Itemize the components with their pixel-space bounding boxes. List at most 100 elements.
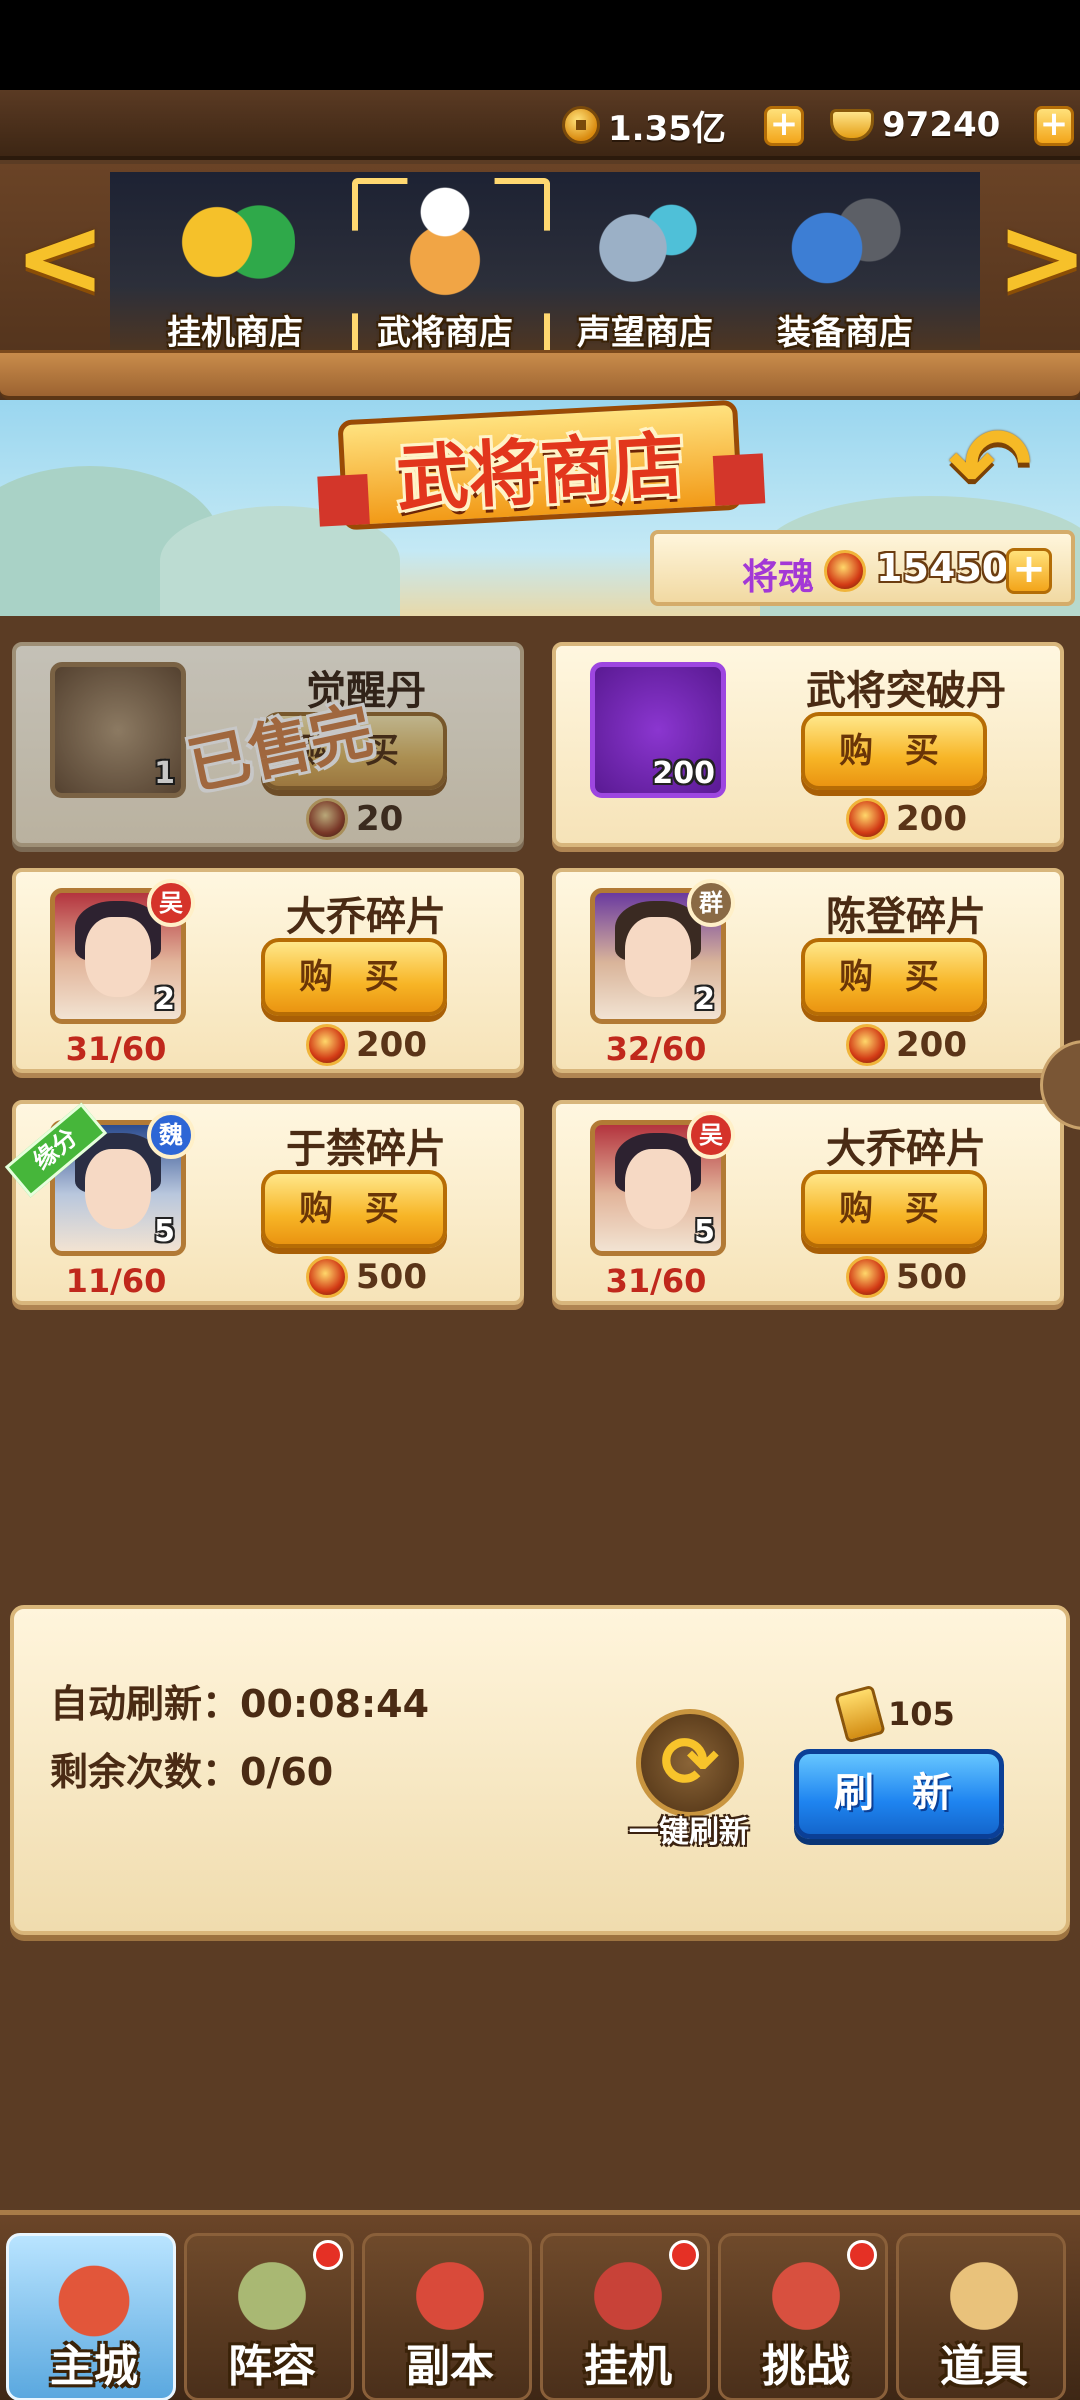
item-price: 500 [306, 1256, 427, 1298]
item-quantity: 200 [652, 756, 715, 791]
portrait-face [625, 917, 691, 997]
tab-next-arrow-icon[interactable]: > [996, 202, 1080, 312]
nav-challenge[interactable]: 挑战 [718, 2233, 888, 2400]
refresh-button[interactable]: 刷 新 [794, 1749, 1004, 1839]
buy-button[interactable]: 购 买 [801, 712, 987, 790]
item-price: 200 [846, 798, 967, 840]
price-value: 200 [356, 1025, 427, 1065]
breakthrough-pill-icon: 200 [590, 662, 726, 798]
item-name: 大乔碎片 [826, 1126, 986, 1172]
soul-coin-icon [306, 798, 348, 840]
status-bar [0, 0, 1080, 90]
shop-item-card[interactable]: 1 觉醒丹 购 买 20 已售完 [12, 642, 524, 847]
soul-coin-icon [846, 798, 888, 840]
auto-refresh-row: 自动刷新：00:08:44 [50, 1673, 429, 1728]
shop-header: 武将商店 ↶ 将魂 15450 + [0, 400, 1080, 616]
daqiao-portrait: 吴 5 [590, 1111, 735, 1256]
soul-currency-bar: 将魂 15450 + [650, 530, 1075, 606]
tab-label: 挂机商店 [167, 313, 303, 353]
tab-prestige-shop[interactable]: 声望商店 [550, 182, 740, 362]
price-value: 500 [896, 1257, 967, 1297]
notification-dot [847, 2240, 877, 2270]
ingot-value: 97240 [882, 105, 1001, 145]
refresh-cost: 105 [834, 1684, 955, 1744]
currency-bar: 1.35亿 + 97240 + [0, 90, 1080, 160]
nav-label: 阵容 [228, 2341, 316, 2392]
add-soul-button[interactable]: + [1006, 548, 1052, 594]
buy-button[interactable]: 购 买 [261, 1170, 447, 1248]
shop-tab-bar: 挂机商店 武将商店 声望商店 装备商店 < > [0, 164, 1080, 400]
refresh-cost-value: 105 [888, 1695, 955, 1733]
buy-button[interactable]: 购 买 [261, 938, 447, 1016]
shop-item-card[interactable]: 群 2 陈登碎片 购 买 200 32/60 [552, 868, 1064, 1073]
price-value: 20 [356, 799, 404, 839]
nav-items[interactable]: 道具 [896, 2233, 1066, 2400]
item-quantity: 1 [154, 756, 175, 791]
shop-title-banner: 武将商店 [337, 400, 743, 531]
refresh-cycle-icon: ⟳ [636, 1709, 744, 1817]
awakening-pill-icon: 1 [50, 662, 186, 798]
soul-coin-icon [306, 1256, 348, 1298]
remaining-refresh-row: 剩余次数：0/60 [50, 1741, 333, 1796]
soul-coin-icon [306, 1024, 348, 1066]
add-ingot-button[interactable]: + [1034, 106, 1074, 146]
portrait-face [85, 1149, 151, 1229]
soul-coin-icon [824, 550, 866, 592]
nav-label: 道具 [940, 2341, 1028, 2392]
price-value: 500 [356, 1257, 427, 1297]
gold-ingot-icon [830, 109, 874, 141]
armor-icon [785, 182, 905, 302]
copper-coin-icon [562, 106, 600, 144]
tab-idle-shop[interactable]: 挂机商店 [140, 182, 330, 362]
fragment-progress: 32/60 [605, 1030, 707, 1068]
item-quantity: 2 [154, 982, 175, 1017]
soul-coin-icon [846, 1024, 888, 1066]
item-name: 于禁碎片 [286, 1126, 446, 1172]
tab-label: 装备商店 [777, 313, 913, 353]
shop-item-card[interactable]: 吴 5 大乔碎片 购 买 500 31/60 [552, 1100, 1064, 1305]
buy-button[interactable]: 购 买 [801, 1170, 987, 1248]
shop-item-card[interactable]: 吴 2 大乔碎片 购 买 200 31/60 [12, 868, 524, 1073]
tab-label: 声望商店 [577, 313, 713, 353]
soul-label: 将魂 [742, 557, 815, 598]
one-key-refresh-button[interactable]: ⟳ 一键刷新 [614, 1709, 764, 1859]
copper-value: 1.35亿 [608, 108, 726, 149]
chef-general-icon [385, 182, 505, 302]
copper-currency: 1.35亿 [562, 102, 726, 149]
price-value: 200 [896, 1025, 967, 1065]
auto-refresh-timer: 00:08:44 [240, 1682, 430, 1726]
add-copper-button[interactable]: + [764, 106, 804, 146]
nav-dungeon[interactable]: 副本 [362, 2233, 532, 2400]
nav-lineup[interactable]: 阵容 [184, 2233, 354, 2400]
refresh-panel: 自动刷新：00:08:44 剩余次数：0/60 ⟳ 一键刷新 105 刷 新 [10, 1605, 1070, 1935]
shop-tab-strip: 挂机商店 武将商店 声望商店 装备商店 [110, 172, 980, 362]
portrait-face [85, 917, 151, 997]
tab-equipment-shop[interactable]: 装备商店 [750, 182, 940, 362]
remaining-label: 剩余次数： [50, 1750, 241, 1794]
nav-idle[interactable]: 挂机 [540, 2233, 710, 2400]
faction-badge: 吴 [147, 879, 195, 927]
buy-button[interactable]: 购 买 [801, 938, 987, 1016]
item-price: 500 [846, 1256, 967, 1298]
tab-general-shop[interactable]: 武将商店 [350, 182, 540, 362]
item-price: 20 [306, 798, 403, 840]
item-price: 200 [306, 1024, 427, 1066]
fragment-progress: 11/60 [65, 1262, 167, 1300]
notification-dot [313, 2240, 343, 2270]
fragment-progress: 31/60 [65, 1030, 167, 1068]
shop-item-card[interactable]: 魏 5 缘分 于禁碎片 购 买 500 11/60 [4, 1100, 524, 1305]
tab-prev-arrow-icon[interactable]: < [14, 202, 106, 312]
one-key-refresh-label: 一键刷新 [629, 1815, 749, 1850]
item-quantity: 5 [694, 1214, 715, 1249]
soul-coin-icon [846, 1256, 888, 1298]
bottom-navigation: 主城 阵容 副本 挂机 挑战 道具 [0, 2210, 1080, 2400]
shop-item-card[interactable]: 200 武将突破丹 购 买 200 [552, 642, 1064, 847]
back-arrow-icon[interactable]: ↶ [935, 415, 1045, 515]
nav-main-city[interactable]: 主城 [6, 2233, 176, 2400]
nav-label: 挂机 [584, 2341, 672, 2392]
item-name: 陈登碎片 [826, 894, 986, 940]
jade-coin-icon [175, 182, 295, 302]
crossed-blades-icon [585, 182, 705, 302]
item-price: 200 [846, 1024, 967, 1066]
portrait-face [625, 1149, 691, 1229]
